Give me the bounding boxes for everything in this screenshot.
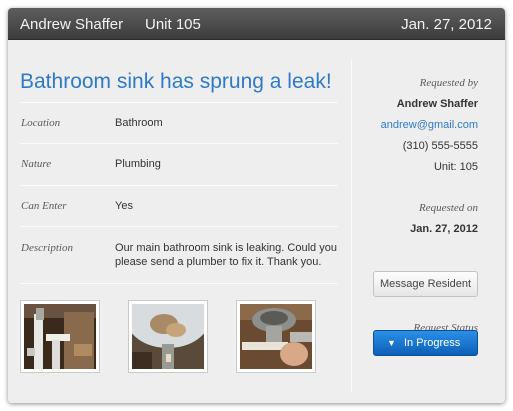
requester-phone: (310) 555-5555 <box>402 140 478 152</box>
photo-thumbnail-1[interactable] <box>20 300 100 373</box>
requester-name: Andrew Shaffer <box>396 98 478 110</box>
divider <box>20 185 338 186</box>
description-label: Description <box>21 242 73 254</box>
request-status-dropdown[interactable]: ▼ In Progress <box>373 330 478 356</box>
request-status-value: In Progress <box>404 337 461 349</box>
nature-label: Nature <box>21 158 52 170</box>
description-value: Our main bathroom sink is leaking. Could… <box>115 242 337 268</box>
requester-email-link[interactable]: andrew@gmail.com <box>381 119 478 131</box>
drain-fitting-photo <box>240 304 312 369</box>
requested-on-label: Requested on <box>419 202 478 214</box>
requested-on-date: Jan. 27, 2012 <box>410 223 478 235</box>
photo-thumbnail-2[interactable] <box>128 300 208 373</box>
can-enter-value: Yes <box>115 200 133 212</box>
location-value: Bathroom <box>115 117 163 129</box>
request-title: Bathroom sink has sprung a leak! <box>20 70 332 93</box>
header-date: Jan. 27, 2012 <box>401 16 492 33</box>
message-resident-button[interactable]: Message Resident <box>373 271 478 297</box>
divider <box>20 283 338 284</box>
requested-by-label: Requested by <box>419 77 478 89</box>
header-unit: Unit 105 <box>145 16 201 33</box>
caret-down-icon: ▼ <box>387 338 396 348</box>
divider <box>20 143 338 144</box>
header-bar: Andrew Shaffer Unit 105 Jan. 27, 2012 <box>8 8 505 40</box>
can-enter-label: Can Enter <box>21 200 67 212</box>
sidebar-divider <box>351 60 352 392</box>
divider <box>20 102 338 103</box>
header-resident-name: Andrew Shaffer <box>20 16 124 33</box>
divider <box>20 226 338 227</box>
work-order-card: Andrew Shaffer Unit 105 Jan. 27, 2012 Ba… <box>8 8 505 403</box>
photo-thumbnail-3[interactable] <box>236 300 316 373</box>
location-label: Location <box>21 117 61 129</box>
requester-unit: Unit: 105 <box>433 161 478 173</box>
nature-value: Plumbing <box>115 158 161 170</box>
sink-bowl-underside-photo <box>132 304 204 369</box>
pipe-under-sink-photo <box>24 304 96 369</box>
